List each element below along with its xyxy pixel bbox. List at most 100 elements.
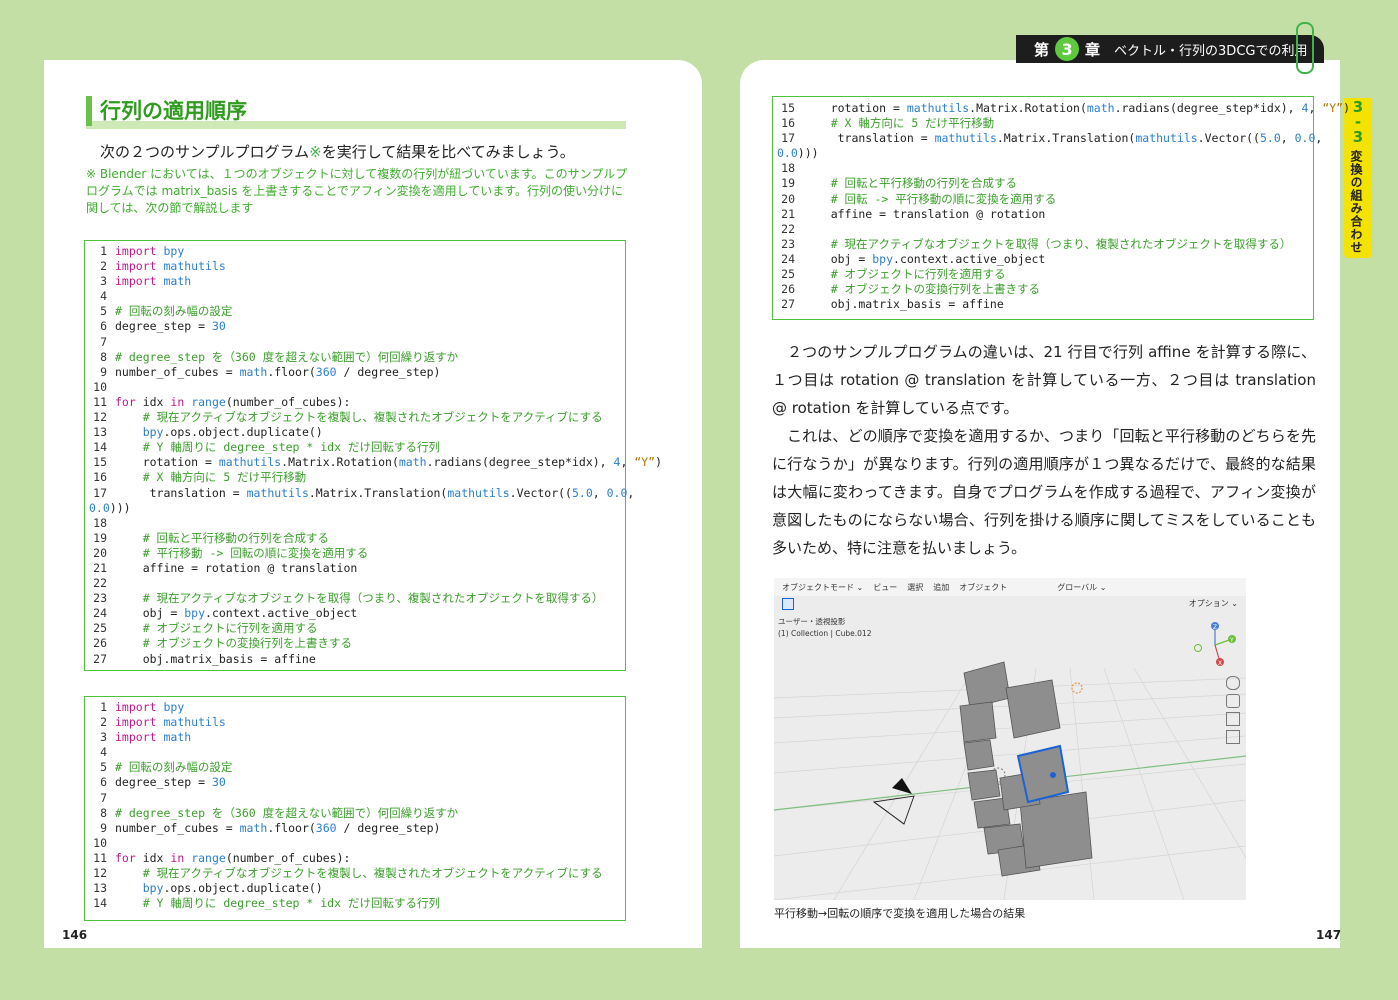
line-number: 27 [781,297,795,312]
code-line: 27 obj.matrix_basis = affine [773,297,1313,312]
mode-menu[interactable]: オブジェクトモード ⌄ [782,582,863,593]
line-number: 18 [781,161,795,176]
line-number: 2 [100,259,107,274]
hand-icon[interactable] [1226,694,1240,708]
line-number: 2 [100,715,107,730]
code-text: # 現在アクティブなオブジェクトを複製し、複製されたオブジェクトをアクティブにす… [142,410,603,425]
line-number: 19 [781,176,795,191]
code-line: 7 [85,791,625,806]
code-line: 24 obj = bpy.context.active_object [85,606,625,621]
code-line: 9 number_of_cubes = math.floor(360 / degr… [85,821,625,836]
line-number: 3 [100,274,107,289]
code-text: import math [115,730,192,745]
code-line: 6 degree_step = 30 [85,775,625,790]
code-text: bpy.ops.object.duplicate() [142,881,323,896]
line-number: 18 [93,515,107,530]
viewport-subheader: オプション ⌄ [774,596,1246,612]
code-line: 3 import math [85,730,625,745]
options-menu[interactable]: オプション ⌄ [1189,598,1238,609]
code-text: # 回転と平行移動の行列を合成する [142,530,330,545]
transform-orientation[interactable]: グローバル ⌄ [1057,582,1106,593]
code-text: # degree_step を（360 度を超えない範囲で）何回繰り返すか [115,805,459,820]
code-line: 15 rotation = mathutils.Matrix.Rotation(… [773,101,1350,116]
body-text: ２つのサンプルプログラムの違いは、21 行目で行列 affine を計算する際に… [772,338,1316,562]
code-line: 10 [85,836,625,851]
code-line: 27 obj.matrix_basis = affine [85,652,625,667]
line-number: 21 [93,560,107,575]
code-line: 17 translation = mathutils.Matrix.Transl… [85,485,634,501]
code-text: # 回転 -> 平行移動の順に変換を適用する [830,191,1057,206]
code-listing-c: 15 rotation = mathutils.Matrix.Rotation(… [772,96,1350,320]
line-number: 5 [100,760,107,775]
axis-gizmo[interactable]: Z Y X [1190,620,1240,670]
grid-view-icon[interactable] [1226,730,1240,744]
line-number: 7 [100,790,107,805]
code-text: # オブジェクトに行列を適用する [142,621,318,636]
line-number: 23 [781,236,795,251]
code-line: 25 # オブジェクトに行列を適用する [773,267,1313,282]
line-number: 14 [93,440,107,455]
code-text: # 回転と平行移動の行列を合成する [830,176,1018,191]
page-number-left: 146 [62,928,88,942]
code-line: 8 # degree_step を（360 度を超えない範囲で）何回繰り返すか [85,350,625,365]
code-text: obj.matrix_basis = affine [803,297,1004,312]
line-number: 5 [100,304,107,319]
line-number: 7 [100,334,107,349]
code-text: # 現在アクティブなオブジェクトを取得（つまり、複製されたオブジェクトを取得する… [830,236,1292,251]
collection-name: (1) Collection | Cube.012 [778,629,872,638]
code-line: 1 import bpy [85,244,625,259]
line-number: 10 [93,835,107,850]
code-line: 16 # X 軸方向に 5 だけ平行移動 [773,116,1313,131]
code-line: 22 [773,222,1313,237]
code-line: 12 # 現在アクティブなオブジェクトを複製し、複製されたオブジェクトをアクティ… [85,866,625,881]
add-menu[interactable]: 追加 [933,582,949,593]
intro-text: 次の２つのサンプルプログラム※を実行して結果を比べてみましょう。 [100,141,575,162]
heading-bar [86,96,92,126]
code-line: 25 # オブジェクトに行列を適用する [85,621,625,636]
code-text: # 平行移動 -> 回転の順に変換を適用する [142,545,369,560]
object-menu[interactable]: オブジェクト [959,582,1007,593]
code-line: 11 for idx in range(number_of_cubes): [85,851,625,866]
code-line: 19 # 回転と平行移動の行列を合成する [773,176,1313,191]
line-number: 17 [781,131,795,146]
paragraph-1: ２つのサンプルプログラムの違いは、21 行目で行列 affine を計算する際に… [772,343,1316,417]
footnote-mark: ※ [309,143,322,161]
code-text: degree_step = 30 [115,775,226,790]
chapter-title: ベクトル・行列の3DCGでの利用 [1114,43,1308,59]
line-number: 10 [93,379,107,394]
view-menu[interactable]: ビュー [873,582,897,593]
code-text: number_of_cubes = math.floor(360 / degre… [115,364,441,379]
code-line: 13 bpy.ops.object.duplicate() [85,881,625,896]
line-number: 25 [93,621,107,636]
code-line: 3 import math [85,274,625,289]
figure-caption: 平行移動→回転の順序で変換を適用した場合の結果 [774,907,1026,920]
select-box-icon[interactable] [782,598,794,610]
chapter-number: 3 [1055,37,1080,61]
line-number: 15 [93,455,107,470]
code-text: import math [115,274,192,289]
viewport-header: オブジェクトモード ⌄ ビュー 選択 追加 オブジェクト グローバル ⌄ [774,578,1246,596]
code-line: 16 # X 軸方向に 5 だけ平行移動 [85,470,625,485]
code-text: obj = bpy.context.active_object [803,251,1046,266]
chapter-prefix: 第 [1034,40,1050,59]
select-menu[interactable]: 選択 [907,582,923,593]
code-text: bpy.ops.object.duplicate() [142,425,323,440]
code-line: 14 # Y 軸周りに degree_step * idx だけ回転する行列 [85,440,625,455]
line-number: 17 [93,485,107,500]
line-number: 27 [93,651,107,666]
line-number: 6 [100,775,107,790]
line-number: 19 [93,530,107,545]
code-text: # 回転の刻み幅の設定 [115,304,233,319]
code-text: translation = mathutils.Matrix.Translati… [803,131,1323,146]
camera-icon[interactable] [1226,712,1240,726]
line-number: 25 [781,267,795,282]
code-text: affine = translation @ rotation [803,206,1046,221]
line-number: 11 [93,850,107,865]
code-text: import mathutils [115,715,226,730]
line-number: 26 [781,282,795,297]
code-line: 19 # 回転と平行移動の行列を合成する [85,531,625,546]
code-text: rotation = mathutils.Matrix.Rotation(mat… [115,455,663,470]
paragraph-2: これは、どの順序で変換を適用するか、つまり「回転と平行移動のどちらを先に行なうか… [772,427,1316,557]
zoom-icon[interactable] [1226,676,1240,690]
line-number: 22 [93,576,107,591]
